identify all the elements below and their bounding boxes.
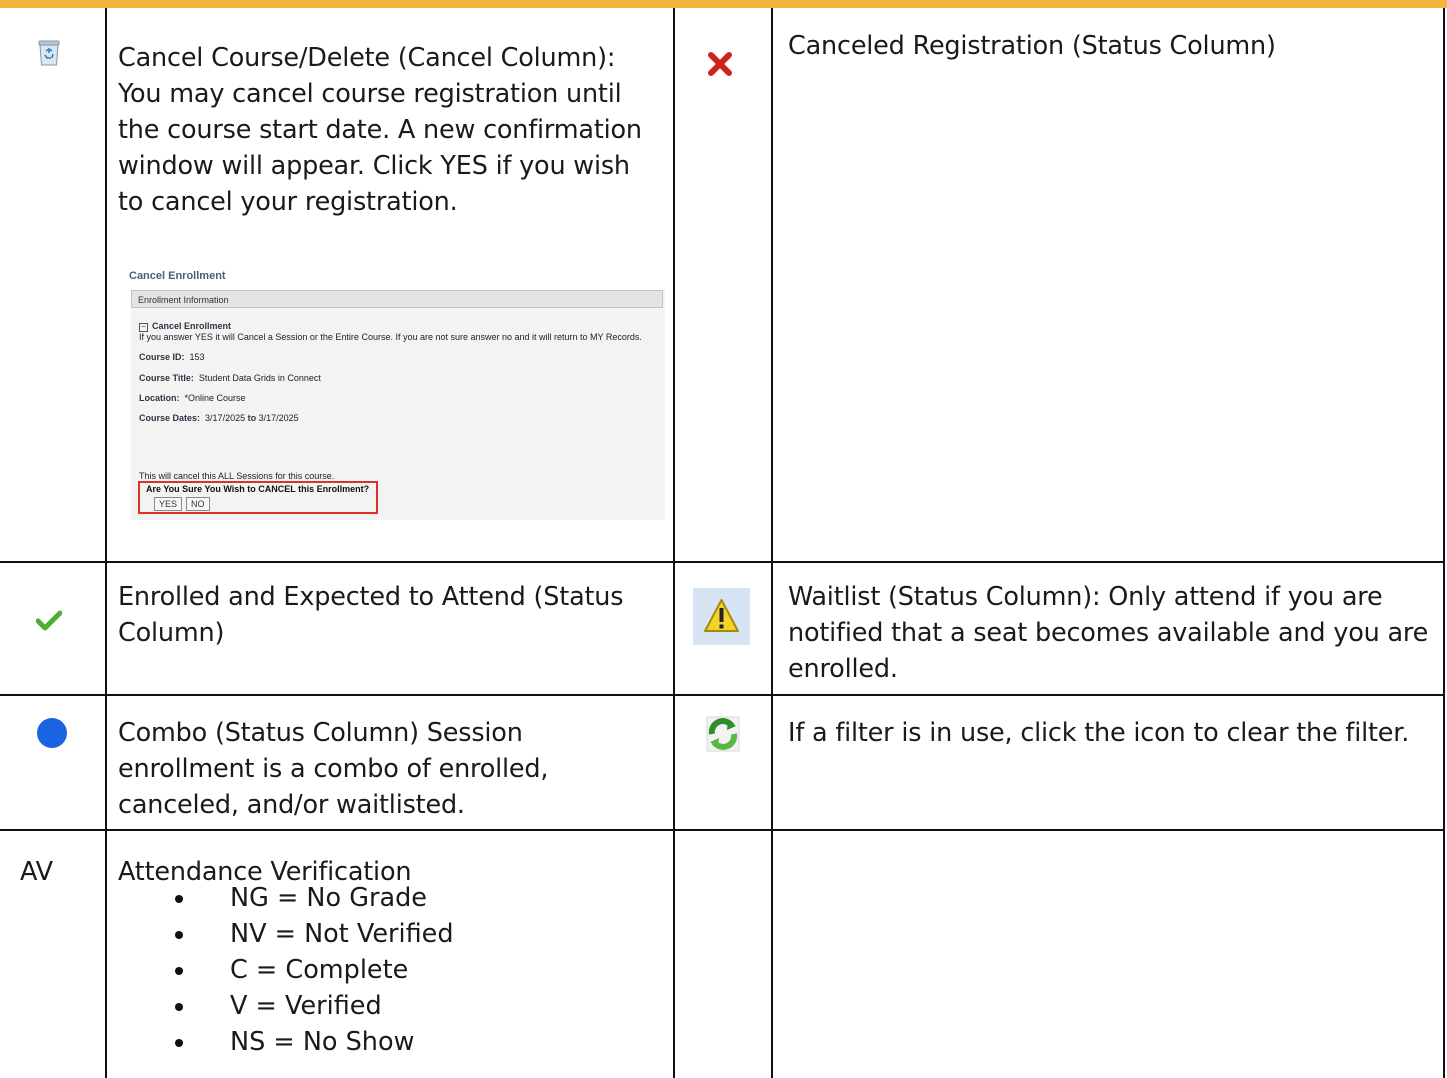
location-value: *Online Course (184, 393, 246, 403)
top-accent-bar (0, 0, 1447, 8)
confirm-question: Are You Sure You Wish to CANCEL this Enr… (146, 484, 370, 494)
attendance-codes-list: NG = No Grade NV = Not Verified C = Comp… (160, 880, 454, 1060)
text-line: You may cancel course registration until (118, 79, 622, 109)
date-start: 3/17/2025 (205, 413, 246, 423)
text-line: notified that a seat becomes available a… (788, 618, 1429, 648)
text-line: Waitlist (Status Column): Only attend if… (788, 582, 1383, 612)
enrolled-description: Enrolled and Expected to Attend (Status … (118, 579, 668, 651)
course-id-row: Course ID: 153 (139, 352, 205, 362)
clear-filter-description: If a filter is in use, click the icon to… (788, 718, 1410, 748)
text-line: enrolled. (788, 654, 898, 684)
course-title-value: Student Data Grids in Connect (198, 373, 321, 383)
course-id-value: 153 (189, 352, 205, 362)
warning-icon (693, 588, 750, 649)
text-line: canceled, and/or waitlisted. (118, 790, 465, 820)
cancel-notice: If you answer YES it will Cancel a Sessi… (139, 332, 642, 342)
row-divider (0, 561, 1445, 563)
text-line: Cancel Course/Delete (Cancel Column): (118, 43, 616, 73)
row-divider (0, 829, 1445, 831)
cancel-enrollment-screenshot: Cancel Enrollment Enrollment Information… (127, 262, 665, 522)
list-item: NG = No Grade (160, 880, 454, 916)
location-label: Location: (139, 393, 180, 403)
date-end: 3/17/2025 (258, 413, 299, 423)
panel-header: Enrollment Information (131, 290, 663, 308)
refresh-icon[interactable] (706, 716, 740, 756)
all-sessions-note: This will cancel this ALL Sessions for t… (139, 471, 335, 481)
canceled-registration-label: Canceled Registration (Status Column) (788, 31, 1276, 61)
av-code: AV (20, 857, 53, 887)
column-divider (105, 8, 107, 1078)
list-item: NS = No Show (160, 1024, 454, 1060)
green-checkmark-icon (35, 610, 63, 636)
list-item: NV = Not Verified (160, 916, 454, 952)
column-divider (673, 8, 675, 1078)
waitlist-description: Waitlist (Status Column): Only attend if… (788, 579, 1438, 687)
course-title-row: Course Title: Student Data Grids in Conn… (139, 373, 321, 383)
recycle-bin-icon[interactable] (37, 40, 61, 70)
section-title: − Cancel Enrollment (139, 321, 231, 332)
course-id-label: Course ID: (139, 352, 185, 362)
course-title-label: Course Title: (139, 373, 194, 383)
enrollment-panel: Enrollment Information − Cancel Enrollmen… (131, 290, 665, 520)
no-button[interactable]: NO (186, 497, 210, 511)
location-row: Location: *Online Course (139, 393, 246, 403)
text-line: enrollment is a combo of enrolled, (118, 754, 549, 784)
blue-dot-icon (37, 718, 67, 748)
course-dates-label: Course Dates: (139, 413, 201, 423)
confirm-box: Are You Sure You Wish to CANCEL this Enr… (138, 481, 378, 514)
course-dates-row: Course Dates: 3/17/2025 to 3/17/2025 (139, 413, 299, 423)
column-divider (771, 8, 773, 1078)
red-x-icon (707, 52, 733, 80)
text-line: Enrolled and Expected to Attend (Status (118, 582, 624, 612)
text-line: the course start date. A new confirmatio… (118, 115, 642, 145)
list-item: C = Complete (160, 952, 454, 988)
text-line: Column) (118, 618, 225, 648)
row-divider (0, 694, 1445, 696)
section-title-text: Cancel Enrollment (152, 321, 232, 331)
text-line: window will appear. Click YES if you wis… (118, 151, 630, 181)
date-to: to (247, 413, 257, 423)
text-line: Combo (Status Column) Session (118, 718, 523, 748)
list-item: V = Verified (160, 988, 454, 1024)
yes-button[interactable]: YES (154, 497, 183, 511)
dialog-title: Cancel Enrollment (129, 270, 226, 282)
table-right-border (1443, 8, 1445, 1078)
combo-description: Combo (Status Column) Session enrollment… (118, 715, 668, 823)
text-line: to cancel your registration. (118, 187, 458, 217)
collapse-icon[interactable]: − (139, 323, 148, 332)
cancel-course-description: Cancel Course/Delete (Cancel Column): Yo… (118, 40, 668, 220)
